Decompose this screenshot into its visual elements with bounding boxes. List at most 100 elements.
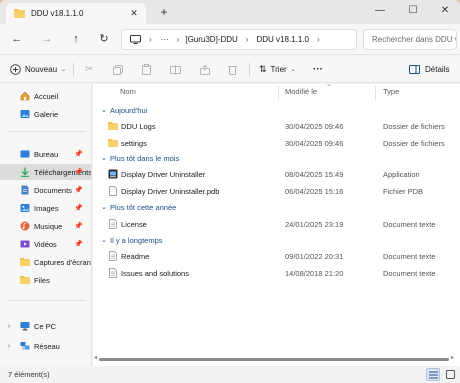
tiles-view-icon xyxy=(445,370,455,379)
file-date: 06/04/2025 15:16 xyxy=(285,187,344,196)
chevron-down-icon: ⌄ xyxy=(290,67,296,73)
file-name: DDU Logs xyxy=(121,122,156,131)
pin-icon: 📌 xyxy=(74,187,83,194)
breadcrumb-overflow[interactable]: ··· xyxy=(161,35,169,44)
file-row-ddu-pdb[interactable]: Display Driver Uninstaller.pdb 06/04/202… xyxy=(93,183,453,199)
clipboard-icon xyxy=(142,64,151,75)
back-button[interactable]: ← xyxy=(10,32,24,46)
group-label: Aujourd'hui xyxy=(110,105,148,115)
share-button[interactable] xyxy=(200,62,210,77)
sidebar-item-files[interactable]: Files xyxy=(0,272,91,288)
close-button[interactable]: ✕ xyxy=(429,0,460,24)
horizontal-scrollbar[interactable] xyxy=(99,358,449,361)
download-icon xyxy=(21,167,29,177)
forward-button[interactable]: → xyxy=(40,32,54,46)
sidebar-item-galerie[interactable]: Galerie xyxy=(0,106,91,122)
details-label: Détails xyxy=(425,65,450,74)
folder-icon xyxy=(20,276,30,284)
group-header-earlier-this-year[interactable]: ⌄ Plus tôt cette année xyxy=(101,201,176,213)
file-row-ddu-logs[interactable]: DDU Logs 30/04/2025 09:46 Dossier de fic… xyxy=(93,118,453,134)
more-options-button[interactable]: ··· xyxy=(313,62,323,77)
details-view-button[interactable] xyxy=(426,368,440,381)
tab-close-button[interactable]: ✕ xyxy=(128,8,140,19)
details-pane-button[interactable]: Détails xyxy=(409,62,449,77)
sidebar-item-images[interactable]: Images 📌 xyxy=(0,200,91,216)
sidebar-item-reseau[interactable]: › Réseau xyxy=(0,338,91,354)
chevron-right-icon[interactable]: › xyxy=(8,323,10,330)
chevron-down-icon: ⌄ xyxy=(101,237,107,244)
pin-icon: 📌 xyxy=(74,223,83,230)
maximize-button[interactable]: ☐ xyxy=(397,0,429,24)
sidebar-item-label: Réseau xyxy=(34,341,60,351)
sidebar-item-bureau[interactable]: Bureau 📌 xyxy=(0,146,91,162)
refresh-button[interactable]: ↻ xyxy=(97,32,111,46)
title-bar: DDU v18.1.1.0 ✕ + — ☐ ✕ xyxy=(0,0,460,24)
sidebar-item-documents[interactable]: Documents 📌 xyxy=(0,182,91,198)
new-tab-button[interactable]: + xyxy=(157,5,171,19)
column-header-type[interactable]: Type xyxy=(383,87,399,99)
sidebar-item-label: Accueil xyxy=(34,91,59,101)
group-label: Il y a longtemps xyxy=(110,235,163,245)
column-header-modified[interactable]: Modifié le xyxy=(285,87,317,99)
file-name: Readme xyxy=(121,252,150,261)
folder-icon xyxy=(14,9,25,18)
new-button[interactable]: Nouveau ⌄ xyxy=(10,62,66,77)
file-row-ddu-app[interactable]: Display Driver Uninstaller 08/04/2025 15… xyxy=(93,166,453,182)
column-header-name[interactable]: Nom xyxy=(120,87,136,99)
group-header-long-ago[interactable]: ⌄ Il y a longtemps xyxy=(101,234,163,246)
trash-icon xyxy=(228,65,237,75)
tiles-view-button[interactable] xyxy=(443,368,457,381)
music-icon xyxy=(20,221,30,231)
delete-button[interactable] xyxy=(228,62,237,77)
up-button[interactable]: ↑ xyxy=(69,32,83,46)
file-name: Issues and solutions xyxy=(121,269,189,278)
column-divider[interactable] xyxy=(375,86,376,100)
copy-button[interactable] xyxy=(113,62,123,77)
chevron-right-icon[interactable]: › xyxy=(8,343,10,350)
rename-button[interactable] xyxy=(170,62,181,77)
new-button-label: Nouveau xyxy=(25,65,58,74)
pin-icon: 📌 xyxy=(74,151,83,158)
file-row-readme[interactable]: Readme 09/01/2022 20:31 Document texte xyxy=(93,248,453,264)
address-bar[interactable]: › ··· › [Guru3D]-DDU › DDU v18.1.1.0 › xyxy=(121,29,357,50)
tab-ddu[interactable]: DDU v18.1.1.0 ✕ xyxy=(6,3,146,24)
group-header-today[interactable]: ⌄ Aujourd'hui xyxy=(101,104,147,116)
folder-icon xyxy=(108,139,118,147)
sidebar-item-captures[interactable]: Captures d'écran xyxy=(0,254,91,270)
documents-icon xyxy=(21,185,29,195)
search-input[interactable]: Rechercher dans DDU v18.1.1.0 xyxy=(363,29,457,50)
desktop-icon xyxy=(20,150,30,158)
sort-button-label: Trier xyxy=(270,65,287,74)
breadcrumb-item-guru3d-ddu[interactable]: [Guru3D]-DDU xyxy=(185,35,237,44)
group-header-earlier-this-month[interactable]: ⌄ Plus tôt dans le mois xyxy=(101,152,179,164)
network-icon xyxy=(20,342,30,350)
file-row-license[interactable]: License 24/01/2025 23:19 Document texte xyxy=(93,216,453,232)
text-file-icon xyxy=(109,268,117,278)
scroll-right-arrow-icon[interactable]: ▸ xyxy=(451,354,454,361)
sidebar-item-ce-pc[interactable]: › Ce PC xyxy=(0,318,91,334)
file-row-settings[interactable]: settings 30/04/2025 09:46 Dossier de fic… xyxy=(93,135,453,151)
scroll-left-arrow-icon[interactable]: ◂ xyxy=(94,354,97,361)
share-icon xyxy=(200,64,210,75)
cut-button[interactable]: ✂ xyxy=(85,62,93,77)
sidebar-item-telechargements[interactable]: Téléchargements 📌 xyxy=(0,164,91,180)
file-date: 30/04/2025 09:46 xyxy=(285,139,344,148)
file-type: Document texte xyxy=(383,269,436,278)
status-bar: 7 élément(s) xyxy=(0,366,460,383)
sidebar-item-label: Galerie xyxy=(34,109,59,119)
minimize-button[interactable]: — xyxy=(364,0,396,24)
sidebar-item-accueil[interactable]: Accueil xyxy=(0,88,91,104)
column-divider[interactable] xyxy=(278,86,279,100)
file-name: Display Driver Uninstaller xyxy=(121,170,206,179)
paste-button[interactable] xyxy=(142,62,151,77)
file-type: Application xyxy=(383,170,420,179)
sort-button[interactable]: ⇅ Trier ⌄ xyxy=(259,62,296,77)
breadcrumb-item-current[interactable]: DDU v18.1.1.0 xyxy=(256,35,308,44)
sort-indicator-icon: ⌄ xyxy=(326,81,332,88)
file-type: Dossier de fichiers xyxy=(383,122,445,131)
sidebar-item-videos[interactable]: Vidéos 📌 xyxy=(0,236,91,252)
sidebar-item-musique[interactable]: Musique 📌 xyxy=(0,218,91,234)
chevron-down-icon: ⌄ xyxy=(101,204,107,211)
file-row-issues[interactable]: Issues and solutions 14/08/2018 21:20 Do… xyxy=(93,265,453,281)
sidebar-item-label: Ce PC xyxy=(34,321,57,331)
